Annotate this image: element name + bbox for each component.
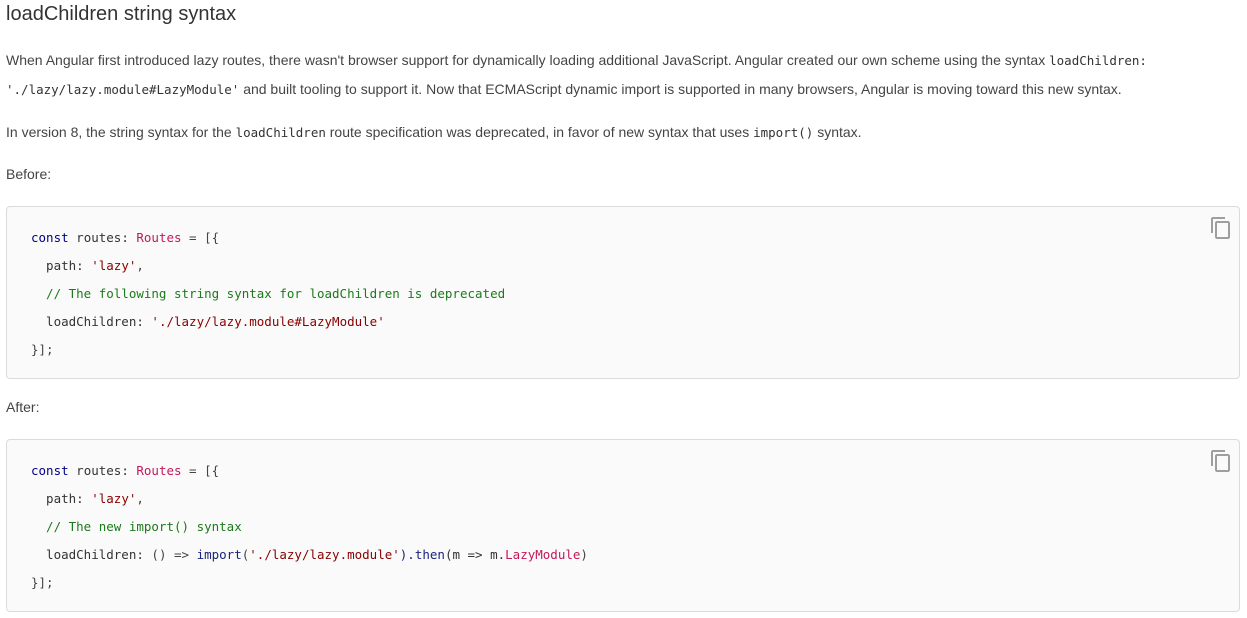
version-note: In version 8, the string syntax for the … [6,118,862,147]
code-punct: , [136,491,144,506]
intro-paragraph-line1: When Angular first introduced lazy route… [6,46,1147,75]
after-code: const routes: Routes = [{ path: 'lazy', … [31,457,588,597]
code-string: 'lazy' [91,491,137,506]
version-note-text-1: In version 8, the string syntax for the [6,124,232,140]
intro-code-1: loadChildren: [1049,53,1147,68]
code-punct: ) [580,547,588,562]
code-keyword: const [31,230,69,245]
after-code-block: const routes: Routes = [{ path: 'lazy', … [6,439,1240,612]
code-key: loadChildren: [31,314,152,329]
code-punct: }]; [31,575,54,590]
code-arrow: () => [151,547,197,562]
code-type: Routes [136,463,182,478]
copy-icon-svg [1211,217,1230,239]
code-type: LazyModule [505,547,581,562]
code-function: import [196,547,242,562]
section-heading: loadChildren string syntax [6,3,237,25]
code-key: loadChildren: [31,547,152,562]
code-punct: }]; [31,342,54,357]
code-var: routes: [68,463,137,478]
code-punct: = [{ [181,463,220,478]
code-arg: (m => m. [444,547,506,562]
code-type: Routes [136,230,182,245]
code-punct: = [{ [181,230,220,245]
intro-text-2: and built tooling to support it. Now tha… [243,81,1122,97]
code-key: path: [31,491,92,506]
after-label: After: [6,399,40,415]
copy-icon[interactable] [1209,216,1233,240]
code-comment: // The new import() syntax [31,519,242,534]
copy-icon[interactable] [1209,449,1233,473]
code-comment: // The following string syntax for loadC… [31,286,506,301]
version-note-text-3: syntax. [817,124,862,140]
code-punct: , [136,258,144,273]
intro-paragraph-line2: './lazy/lazy.module#LazyModule' and buil… [6,75,1122,104]
intro-code-2: './lazy/lazy.module#LazyModule' [6,82,240,97]
version-note-code-1: loadChildren [235,125,326,140]
version-note-text-2: route specification was deprecated, in f… [329,124,750,140]
code-var: routes: [68,230,137,245]
code-then: ).then [399,547,445,562]
before-code-block: const routes: Routes = [{ path: 'lazy', … [6,206,1240,379]
intro-text-1: When Angular first introduced lazy route… [6,52,1046,68]
version-note-code-2: import() [753,125,814,140]
code-string: 'lazy' [91,258,137,273]
copy-icon-svg [1211,450,1230,472]
code-string: './lazy/lazy.module#LazyModule' [151,314,385,329]
before-code: const routes: Routes = [{ path: 'lazy', … [31,224,505,364]
code-keyword: const [31,463,69,478]
code-string: './lazy/lazy.module' [249,547,400,562]
code-key: path: [31,258,92,273]
before-label: Before: [6,166,52,182]
page: loadChildren string syntax When Angular … [0,0,1247,618]
